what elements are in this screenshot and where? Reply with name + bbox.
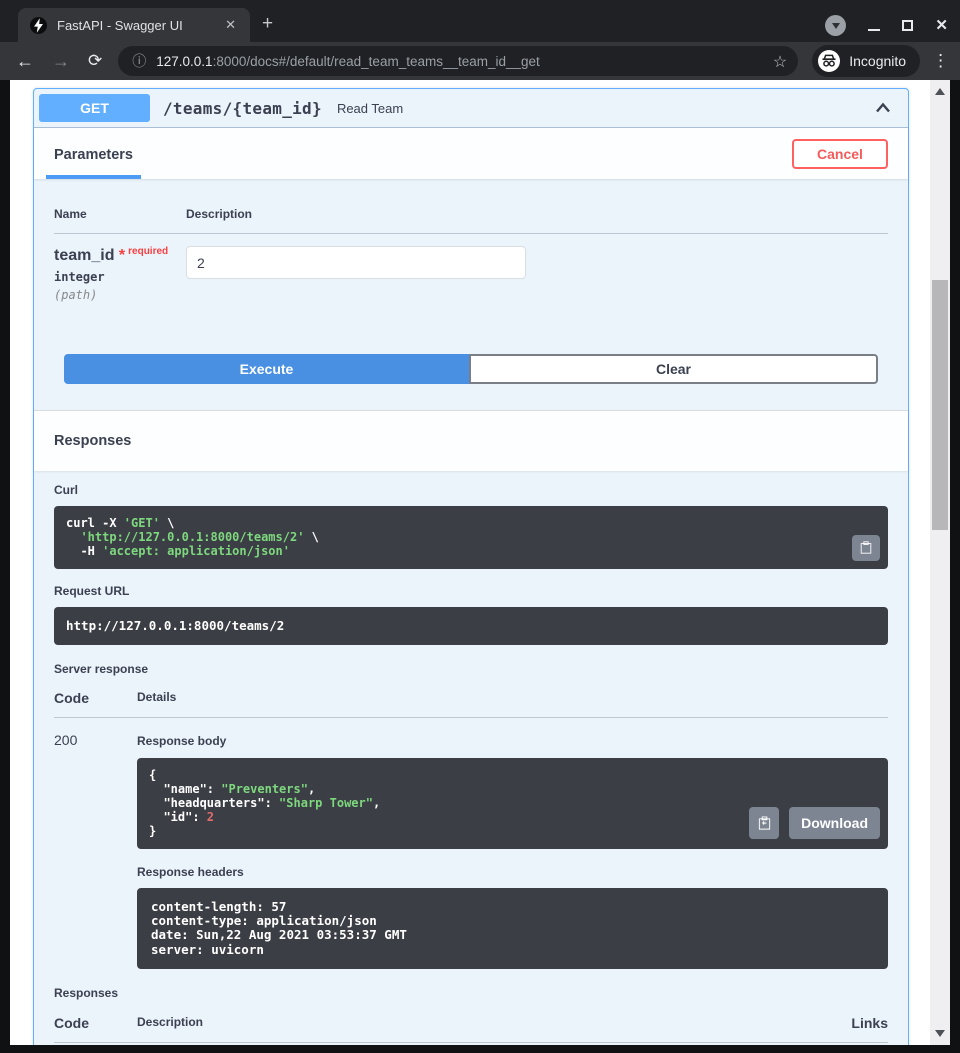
fastapi-favicon-icon [30,17,47,34]
response-body-label: Response body [137,734,888,748]
url-text[interactable]: 127.0.0.1:8000/docs#/default/read_team_t… [156,54,540,69]
url-path: :8000/docs#/default/read_team_teams__tea… [213,54,540,69]
request-url-block: http://127.0.0.1:8000/teams/2 [54,607,888,645]
page-scrollbar[interactable] [930,80,950,1045]
parameter-name: team_id *required [54,246,186,265]
curl-label: Curl [54,483,888,497]
server-response-row: 200 Response body { "name": "Preventers"… [54,718,888,970]
parameter-type: integer [54,270,186,284]
column-header-name: Name [54,207,186,221]
execute-button[interactable]: Execute [64,354,469,384]
responses-table-row: 200 Successful Response No links [54,1043,888,1045]
collapse-chevron-icon[interactable] [873,98,893,118]
endpoint-summary: Read Team [337,101,873,116]
site-info-icon[interactable]: ⓘ [132,51,146,71]
browser-menu-icon[interactable]: ⋮ [932,51,949,71]
cancel-button[interactable]: Cancel [792,139,888,169]
window-maximize-button[interactable] [902,20,913,31]
address-bar[interactable]: ⓘ 127.0.0.1:8000/docs#/default/read_team… [118,46,798,76]
endpoint-path: /teams/{team_id} [163,99,322,118]
forward-button[interactable]: → [52,52,70,70]
response-body-block: { "name": "Preventers", "headquarters": … [137,758,888,849]
copy-curl-button[interactable] [852,535,880,561]
clipboard-icon [859,540,873,555]
opblock-summary[interactable]: GET /teams/{team_id} Read Team [34,89,908,128]
server-response-label: Server response [54,662,888,676]
clipboard-icon [757,815,772,831]
server-response-code-header: Code [54,690,137,706]
response-headers-block: content-length: 57content-type: applicat… [137,888,888,970]
window-close-button[interactable]: ✕ [935,18,948,33]
responses-section-header: Responses [34,410,908,471]
curl-command-block: curl -X 'GET' \ 'http://127.0.0.1:8000/t… [54,506,888,569]
method-badge: GET [39,94,150,122]
column-header-description: Description [186,207,252,221]
clear-button[interactable]: Clear [469,354,878,384]
server-response-details-header: Details [137,690,176,706]
url-host: 127.0.0.1 [156,54,212,69]
required-asterisk: * [114,247,125,264]
browser-tab-strip: FastAPI - Swagger UI ✕ + ✕ [0,0,960,42]
incognito-badge: Incognito [812,45,920,77]
browser-tab-active[interactable]: FastAPI - Swagger UI ✕ [18,8,250,42]
scrollbar-thumb[interactable] [932,280,948,530]
window-minimize-button[interactable] [868,29,880,31]
responses-links-header: Links [851,1015,888,1031]
parameter-row-team-id: team_id *required integer (path) [54,234,888,302]
bookmark-star-icon[interactable]: ☆ [773,52,787,72]
response-headers-label: Response headers [137,865,888,879]
responses-title: Responses [54,433,131,449]
reload-button[interactable]: ⟳ [88,52,102,70]
required-label: required [128,246,168,257]
responses-body: Curl curl -X 'GET' \ 'http://127.0.0.1:8… [34,471,908,1045]
tab-title: FastAPI - Swagger UI [57,18,221,33]
scrollbar-up-arrow-icon[interactable] [935,88,945,95]
responses-code-header: Code [54,1015,137,1031]
new-tab-button[interactable]: + [262,14,273,33]
team-id-input[interactable] [186,246,526,279]
parameters-section-header: Parameters Cancel [34,128,908,179]
tab-close-icon[interactable]: ✕ [221,15,240,35]
server-response-code: 200 [54,732,137,970]
curl-command-text: curl -X 'GET' \ 'http://127.0.0.1:8000/t… [66,516,876,559]
back-button[interactable]: ← [16,52,34,70]
request-url-value: http://127.0.0.1:8000/teams/2 [66,618,284,633]
incognito-icon [817,49,841,73]
request-url-label: Request URL [54,584,888,598]
browser-toolbar: ← → ⟳ ⓘ 127.0.0.1:8000/docs#/default/rea… [0,42,960,80]
tab-parameters[interactable]: Parameters [46,139,141,179]
swagger-page: GET /teams/{team_id} Read Team Parameter… [10,80,930,1045]
opblock-get-teams: GET /teams/{team_id} Read Team Parameter… [33,88,909,1045]
documented-responses-label: Responses [54,986,888,1000]
responses-description-header: Description [137,1015,851,1031]
parameters-body: Name Description team_id *required integ… [34,179,908,410]
incognito-label: Incognito [849,53,906,69]
copy-response-button[interactable] [749,807,779,839]
download-button[interactable]: Download [789,807,880,839]
parameter-location: (path) [54,288,186,302]
browser-update-icon[interactable] [825,15,846,36]
scrollbar-down-arrow-icon[interactable] [935,1030,945,1037]
response-headers-text: content-length: 57content-type: applicat… [151,900,874,958]
